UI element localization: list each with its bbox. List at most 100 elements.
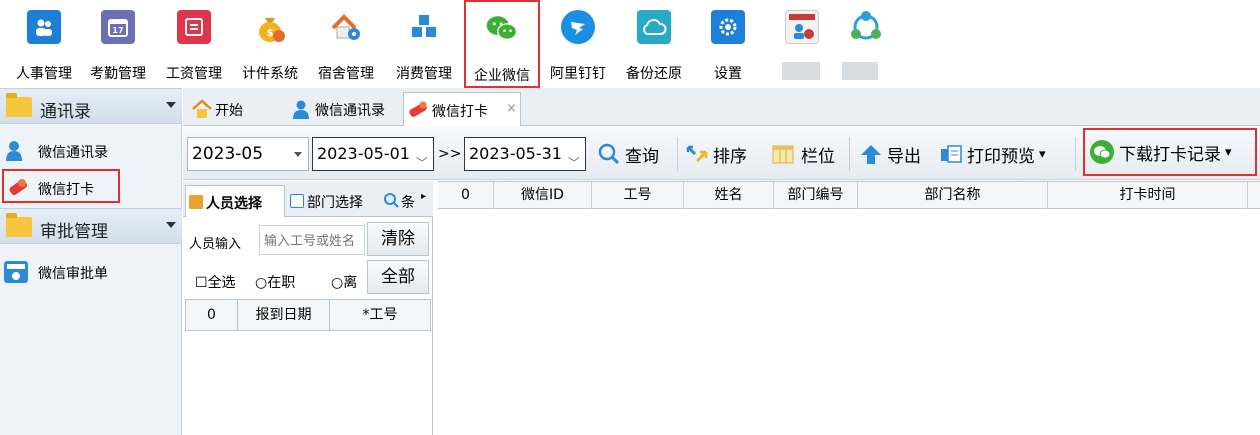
tab-scroll-right-icon[interactable]: ▸ (421, 191, 426, 202)
column-header[interactable]: 微信ID (494, 182, 592, 209)
app-window: 人事管理 17 考勤管理 工资管理 $ 计件系统 宿舍管理 消费管理 企业微信 … (0, 0, 1260, 435)
radio-icon: ○ (331, 275, 344, 291)
ribbon-item-settings[interactable]: 设置 (692, 0, 764, 88)
toolbar-divider (1075, 137, 1076, 171)
close-icon[interactable]: × (506, 101, 517, 116)
tab-label: 微信打卡 (432, 104, 488, 120)
tab-start[interactable]: 开始 (187, 92, 277, 126)
ribbon-item-backup[interactable]: 备份还原 (618, 0, 690, 88)
clear-button[interactable]: 清除 (367, 222, 429, 256)
ribbon-item-dingtalk[interactable]: 阿里钉钉 (542, 0, 614, 88)
grid-header: 0 微信ID 工号 姓名 部门编号 部门名称 打卡时间 (438, 181, 1260, 209)
export-label: 导出 (887, 146, 921, 167)
person-input-label: 人员输入 (189, 237, 242, 252)
columns-button[interactable]: 栏位 (771, 137, 835, 171)
column-header[interactable]: 工号 (592, 182, 684, 209)
house-gear-icon (329, 10, 363, 44)
month-value: 2023-05 (192, 144, 264, 164)
nav-group-approval[interactable]: 审批管理 (0, 208, 182, 244)
download-punch-records-button[interactable]: 下载打卡记录 ▾ (1083, 128, 1257, 176)
chevron-down-icon (166, 102, 176, 108)
ribbon-label: 阿里钉钉 (550, 66, 606, 82)
approval-icon (4, 261, 28, 283)
ribbon-item-salary[interactable]: 工资管理 (158, 0, 230, 88)
checkbox-icon: ☐ (195, 275, 208, 291)
nav-item-wechat-approval[interactable]: 微信审批单 (4, 259, 154, 285)
ribbon-item-piecework[interactable]: $ 计件系统 (234, 0, 306, 88)
end-date-picker[interactable]: 2023-05-31 ﹀ (464, 137, 586, 171)
calendar-icon: 17 (101, 10, 135, 44)
cloud-icon (637, 10, 671, 44)
resigned-radio[interactable]: ○离 (331, 272, 367, 292)
start-date-picker[interactable]: 2023-05-01 ﹀ (312, 137, 434, 171)
module-ribbon: 人事管理 17 考勤管理 工资管理 $ 计件系统 宿舍管理 消费管理 企业微信 … (0, 0, 1260, 88)
tab-label: 微信通讯录 (315, 103, 385, 119)
column-header[interactable]: 0 (438, 182, 494, 209)
print-preview-button[interactable]: 打印预览 ▾ (939, 137, 1046, 171)
download-label: 下载打卡记录 (1119, 144, 1221, 165)
ribbon-item-hr[interactable]: 人事管理 (8, 0, 80, 88)
select-all-checkbox[interactable]: ☐全选 (195, 272, 236, 292)
query-button[interactable]: 查询 (597, 137, 659, 171)
ribbon-item-dorm[interactable]: 宿舍管理 (310, 0, 382, 88)
radio-label: 在职 (267, 275, 296, 291)
ribbon-label: 消费管理 (396, 66, 452, 82)
tab-person-select[interactable]: 人员选择 (185, 185, 285, 217)
search-icon (383, 192, 399, 208)
tab-wechat-punch[interactable]: 微信打卡 × (403, 92, 521, 126)
column-header[interactable]: *工号 (330, 300, 430, 330)
column-header[interactable]: 部门编号 (774, 182, 858, 209)
tab-wechat-contacts[interactable]: 微信通讯录 (287, 92, 401, 126)
money-bag-icon: $ (253, 10, 287, 44)
ribbon-item-hidden-1[interactable] (766, 0, 838, 88)
person-grid-header: 0 报到日期 *工号 (185, 299, 431, 331)
calendar-person-icon (785, 10, 819, 44)
nav-group-label: 审批管理 (40, 222, 108, 242)
all-button[interactable]: 全部 (367, 260, 429, 294)
nav-item-wechat-contacts[interactable]: 微信通讯录 (4, 138, 154, 164)
ribbon-item-consume[interactable]: 消费管理 (388, 0, 460, 88)
sort-button[interactable]: 排序 (685, 137, 747, 171)
export-button[interactable]: 导出 (859, 137, 921, 171)
punch-records-grid: 0 微信ID 工号 姓名 部门编号 部门名称 打卡时间 (438, 181, 1260, 435)
chevron-down-icon: ▾ (1225, 144, 1232, 160)
ribbon-label: 企业微信 (474, 68, 530, 84)
toolbar-divider (849, 137, 850, 171)
on-job-radio[interactable]: ○在职 (255, 272, 295, 292)
tab-department-select[interactable]: 部门选择 (287, 185, 379, 217)
tab-label: 条 (401, 195, 415, 211)
wallet-icon (177, 10, 211, 44)
person-search-input[interactable] (259, 225, 365, 255)
radio-label: 离 (343, 275, 358, 291)
tab-condition[interactable]: 条 ▸ (381, 185, 429, 217)
column-header[interactable]: 0 (186, 300, 238, 330)
ribbon-label: 考勤管理 (90, 66, 146, 82)
columns-icon (771, 143, 795, 165)
start-date-value: 2023-05-01 (317, 144, 410, 163)
column-header[interactable]: 报到日期 (238, 300, 330, 330)
folder-icon (6, 93, 32, 117)
punch-icon (406, 99, 430, 121)
contact-icon (4, 140, 28, 162)
tab-label: 部门选择 (307, 195, 363, 211)
column-header[interactable]: 部门名称 (858, 182, 1048, 209)
ribbon-label: 设置 (714, 66, 742, 82)
people-icon (27, 10, 61, 44)
person-panel-tabs: 人员选择 部门选择 条 ▸ (183, 181, 433, 217)
ribbon-item-hidden-2[interactable] (830, 0, 902, 88)
toolbar-divider (677, 137, 678, 171)
person-icon (189, 195, 203, 209)
nav-item-wechat-punch[interactable]: 微信打卡 (2, 169, 120, 203)
month-select[interactable]: 2023-05 (187, 137, 309, 171)
chevron-down-icon: ﹀ (415, 156, 428, 170)
nav-group-contacts[interactable]: 通讯录 (0, 88, 182, 124)
network-icon (849, 10, 883, 44)
punch-icon (6, 175, 30, 197)
ribbon-item-attendance[interactable]: 17 考勤管理 (82, 0, 154, 88)
radio-icon: ○ (255, 275, 268, 291)
column-header[interactable]: 姓名 (684, 182, 774, 209)
ribbon-item-wework[interactable]: 企业微信 (464, 0, 540, 88)
blurred-label (842, 62, 878, 80)
column-header[interactable]: 打卡时间 (1048, 182, 1248, 209)
print-preview-icon (939, 143, 963, 165)
